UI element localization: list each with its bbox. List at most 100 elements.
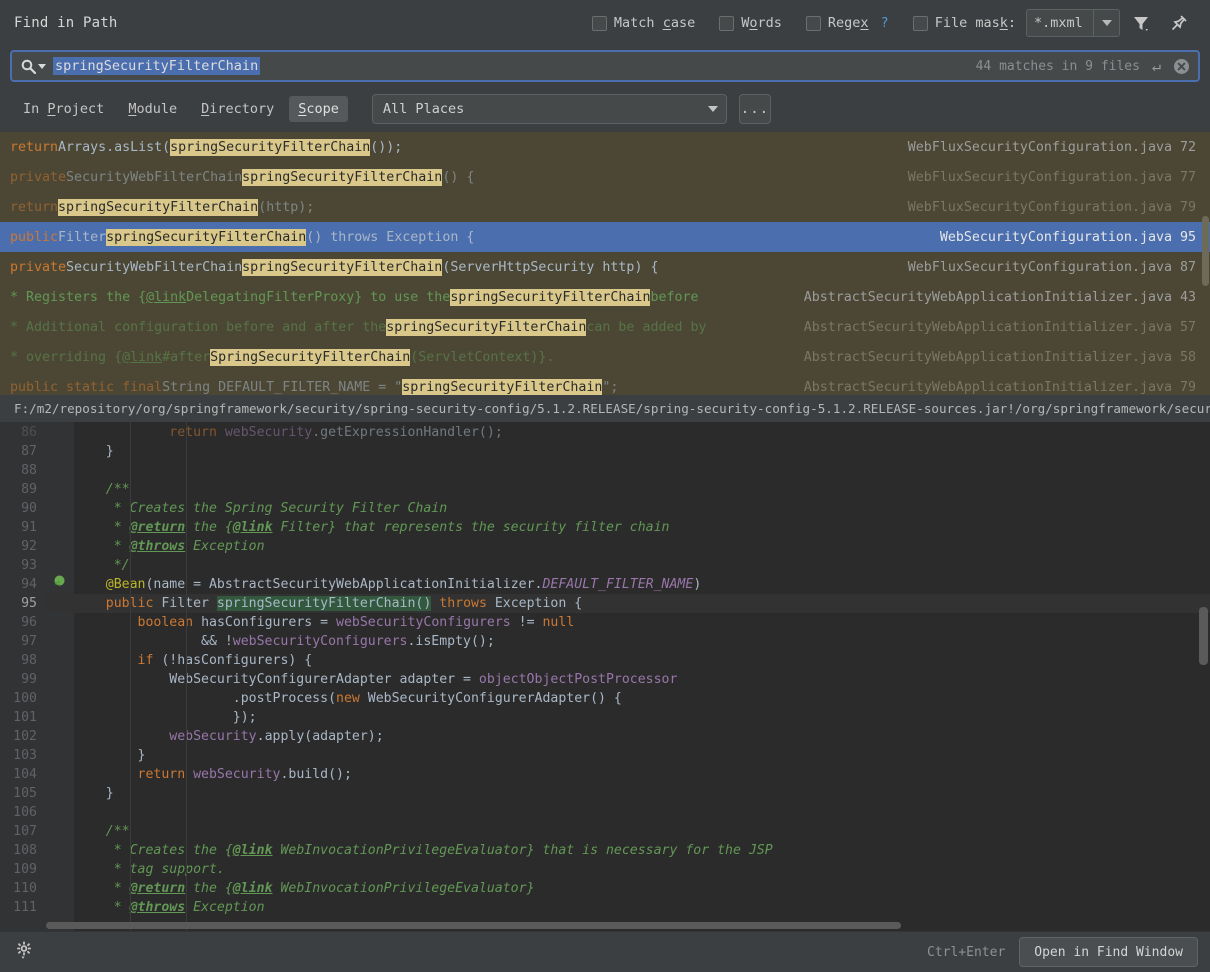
code-token: }: [74, 786, 114, 801]
code-token: * Creates the {: [74, 843, 233, 858]
code-line[interactable]: * @return the {@link Filter} that repres…: [74, 518, 1210, 537]
code-segment: private: [10, 169, 67, 185]
scope-tab-module[interactable]: Module: [119, 96, 186, 122]
table-row[interactable]: public Filter springSecurityFilterChain(…: [0, 222, 1210, 252]
code-line[interactable]: */: [74, 556, 1210, 575]
chevron-down-icon[interactable]: [707, 106, 718, 112]
gutter-row: [46, 783, 74, 802]
gutter-row: [46, 650, 74, 669]
code-content[interactable]: return webSecurity.getExpressionHandler(…: [74, 422, 1210, 931]
code-line[interactable]: }: [74, 784, 1210, 803]
code-token: webSecurity: [193, 767, 281, 782]
code-line[interactable]: /**: [74, 480, 1210, 499]
code-line[interactable]: * @throws Exception: [74, 898, 1210, 917]
code-token: (name = AbstractSecurityWebApplicationIn…: [145, 577, 543, 592]
enter-arrow-icon[interactable]: ↵: [1152, 57, 1161, 75]
code-line[interactable]: * tag support.: [74, 860, 1210, 879]
code-segment: #after: [162, 349, 211, 365]
code-line[interactable]: }: [74, 442, 1210, 461]
preview-vertical-scrollbar[interactable]: [1199, 607, 1208, 665]
footer-actions: Ctrl+Enter Open in Find Window: [927, 937, 1198, 967]
search-results-list[interactable]: return Arrays.asList(springSecurityFilte…: [0, 132, 1210, 395]
scope-tab-in-project[interactable]: In Project: [14, 96, 113, 122]
code-line[interactable]: boolean hasConfigurers = webSecurityConf…: [74, 613, 1210, 632]
words-label: Words: [741, 15, 782, 31]
scope-tab-scope[interactable]: Scope: [289, 96, 348, 122]
match-highlight: SpringSecurityFilterChain: [210, 348, 411, 366]
gear-icon[interactable]: [14, 939, 36, 965]
table-row[interactable]: * Additional configuration before and af…: [0, 312, 1210, 342]
code-line[interactable]: WebSecurityConfigurerAdapter adapter = o…: [74, 670, 1210, 689]
table-row[interactable]: private SecurityWebFilterChain springSec…: [0, 162, 1210, 192]
code-line[interactable]: .postProcess(new WebSecurityConfigurerAd…: [74, 689, 1210, 708]
file-mask-value[interactable]: *.mxml: [1027, 10, 1093, 36]
search-icon[interactable]: [20, 58, 46, 75]
code-line[interactable]: @Bean(name = AbstractSecurityWebApplicat…: [74, 575, 1210, 594]
code-line[interactable]: [74, 803, 1210, 822]
table-row[interactable]: public static final String DEFAULT_FILTE…: [0, 372, 1210, 395]
code-line[interactable]: webSecurity.apply(adapter);: [74, 727, 1210, 746]
table-row[interactable]: return springSecurityFilterChain (http); W…: [0, 192, 1210, 222]
code-line[interactable]: return webSecurity.build();: [74, 765, 1210, 784]
words-checkbox[interactable]: Words: [719, 15, 782, 31]
checkbox-box[interactable]: [719, 15, 735, 31]
match-case-checkbox[interactable]: Match case: [591, 15, 696, 31]
result-file-location: WebSecurityConfiguration.java 95: [939, 229, 1196, 245]
gutter-row: [46, 821, 74, 840]
code-line[interactable]: * @throws Exception: [74, 537, 1210, 556]
code-segment: String DEFAULT_FILTER_NAME = ": [162, 379, 403, 395]
search-input[interactable]: springSecurityFilterChain 44 matches in …: [10, 50, 1200, 82]
scope-browse-button[interactable]: ...: [738, 94, 771, 124]
scope-places-select[interactable]: All Places: [371, 94, 727, 124]
checkbox-box[interactable]: [805, 15, 821, 31]
results-scrollbar[interactable]: [1202, 216, 1209, 286]
gutter-marker-strip[interactable]: [46, 422, 74, 931]
checkbox-box[interactable]: [912, 15, 928, 31]
code-line[interactable]: }: [74, 746, 1210, 765]
code-preview[interactable]: 86 87 88 89 90 91 92 93 94 95 96 97 98 99 100 101 102 103…: [0, 422, 1210, 931]
preview-horizontal-scrollbar[interactable]: [46, 922, 901, 929]
open-in-find-window-button[interactable]: Open in Find Window: [1019, 937, 1198, 967]
code-segment: Arrays.asList(: [58, 139, 171, 155]
table-row[interactable]: return Arrays.asList(springSecurityFilte…: [0, 132, 1210, 162]
code-line[interactable]: * Creates the Spring Security Filter Cha…: [74, 499, 1210, 518]
regex-checkbox[interactable]: Regex ?: [805, 15, 889, 31]
code-token: public: [105, 596, 162, 611]
code-line[interactable]: * @return the {@link WebInvocationPrivil…: [74, 879, 1210, 898]
match-case-label: Match case: [613, 15, 696, 31]
table-row[interactable]: * Registers the {@link DelegatingFilterP…: [0, 282, 1210, 312]
code-line[interactable]: return webSecurity.getExpressionHandler(…: [74, 423, 1210, 442]
code-line[interactable]: [74, 461, 1210, 480]
clear-icon[interactable]: [1173, 58, 1190, 75]
table-row[interactable]: * overriding {@link #after SpringSecurity…: [0, 342, 1210, 372]
result-file-location: WebFluxSecurityConfiguration.java 77: [907, 169, 1196, 185]
code-line[interactable]: && !webSecurityConfigurers.isEmpty();: [74, 632, 1210, 651]
bean-gutter-icon[interactable]: [46, 574, 74, 593]
table-row[interactable]: private SecurityWebFilterChain springSec…: [0, 252, 1210, 282]
pin-icon[interactable]: [1162, 6, 1196, 40]
match-highlight: springSecurityFilterChain: [58, 198, 259, 216]
code-token: Filter} that represents the security fil…: [272, 520, 670, 535]
file-mask-combo[interactable]: *.mxml: [1026, 9, 1120, 37]
code-token: @link: [232, 881, 273, 896]
chevron-down-icon[interactable]: [1093, 10, 1119, 36]
scope-places-value: All Places: [382, 101, 465, 117]
code-segment: () throws Exception {: [306, 229, 475, 245]
filter-icon[interactable]: [1124, 6, 1158, 40]
file-mask-checkbox[interactable]: File mask:: [912, 15, 1016, 31]
regex-help-link[interactable]: ?: [881, 15, 889, 31]
code-line[interactable]: public Filter springSecurityFilterChain(…: [74, 594, 1210, 613]
code-line[interactable]: if (!hasConfigurers) {: [74, 651, 1210, 670]
code-line[interactable]: });: [74, 708, 1210, 727]
code-line[interactable]: * Creates the {@link WebInvocationPrivil…: [74, 841, 1210, 860]
code-line[interactable]: /**: [74, 822, 1210, 841]
checkbox-box[interactable]: [591, 15, 607, 31]
gutter-row: [46, 498, 74, 517]
code-segment: private: [10, 259, 67, 275]
code-token: WebSecurityConfigurerAdapter() {: [367, 691, 622, 706]
scope-tab-directory[interactable]: Directory: [192, 96, 283, 122]
search-row: springSecurityFilterChain 44 matches in …: [0, 46, 1210, 86]
search-value[interactable]: springSecurityFilterChain: [53, 57, 261, 75]
